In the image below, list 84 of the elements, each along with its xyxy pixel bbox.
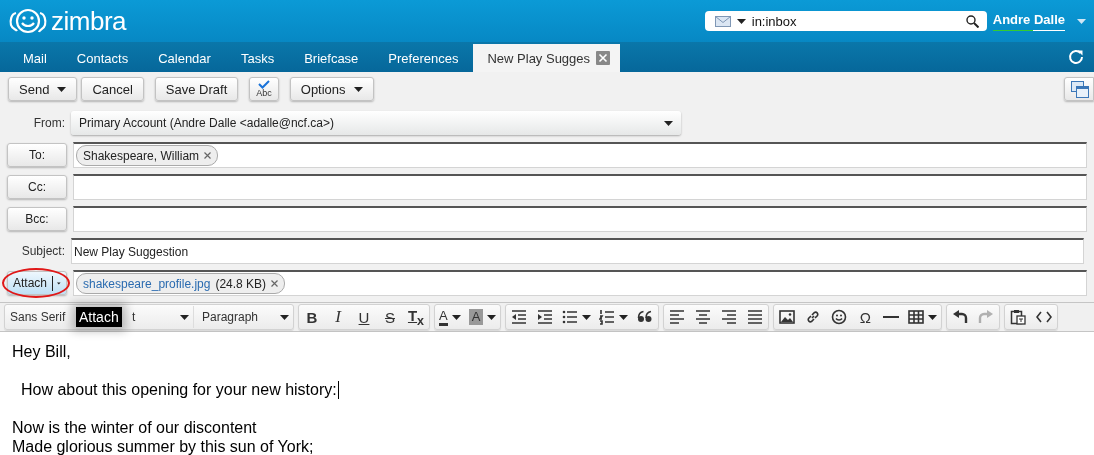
caret-icon [353,86,363,92]
caret-icon [928,314,938,320]
close-icon[interactable] [596,51,611,65]
outdent-icon [511,309,528,325]
recipient-chip[interactable]: Shakespeare, William [76,145,219,166]
body-text: Made glorious summer by this sun of York; [12,437,315,455]
charmap-button[interactable]: Ω [852,306,879,328]
address-field[interactable] [73,206,1087,232]
indent-icon [537,309,554,325]
tab[interactable]: Contacts [61,44,144,72]
caret-icon [180,314,189,320]
caret-icon [619,314,629,320]
attach-button[interactable]: Attach [7,271,67,295]
caret-icon [487,314,497,320]
address-field[interactable] [73,174,1087,200]
from-dropdown[interactable]: Primary Account (Andre Dalle <adalle@ncf.ca>) [71,111,681,135]
field-label: Subject: [20,244,65,258]
justify-icon [747,309,764,325]
attachment-chip[interactable]: shakespeare_profile.jpg (24.8 KB) [76,273,286,294]
field-label: From: [32,116,65,130]
toolbar-button[interactable]: Cancel [81,77,144,101]
logo-text: zimbra [51,8,126,34]
smiley-logo-icon [8,7,48,35]
body-text: Now is the winter of our discontent [12,418,258,437]
code-icon [1036,309,1053,325]
address-button[interactable]: To: [7,143,67,167]
message-body[interactable]: Hey Bill, How about this opening for your new history: Now is the winter of our discontent Made glorious summer by this sun of York; [0,332,1094,455]
envelope-icon[interactable] [714,15,731,27]
image-icon [779,309,796,325]
toolbar-button[interactable]: Options [289,77,374,101]
caret-icon [1077,18,1086,24]
tab[interactable]: Mail [8,44,62,72]
quote-icon [637,309,654,325]
caret-icon [57,86,67,92]
caret-icon [664,120,673,126]
caret-icon [736,18,746,24]
toolbar-button[interactable]: Send [8,77,78,101]
caret-icon [57,280,61,286]
caret-icon [582,314,592,320]
attachment-field[interactable]: shakespeare_profile.jpg (24.8 KB) [73,270,1087,296]
paste-icon [1010,309,1027,325]
bold-button[interactable]: B [299,306,325,328]
block-format-dropdown[interactable]: Paragraph [193,306,293,328]
clear-button[interactable]: T$_{x}$ [403,306,429,328]
search-icon[interactable] [965,14,979,28]
link-icon [805,309,822,325]
tab[interactable]: Preferences [373,44,474,72]
caret-icon [280,314,289,320]
spellcheck-button[interactable]: Abc [249,77,279,101]
tab[interactable]: New Play Sugges [473,44,621,72]
address-button[interactable]: Bcc: [7,207,67,231]
numbers-icon [599,309,616,325]
align-right-icon [721,309,738,325]
remove-icon[interactable] [204,152,212,159]
backcolor-button[interactable]: A [464,306,501,328]
search-field[interactable]: in:inbox [704,11,987,31]
font-size-dropdown[interactable]: t [127,306,193,328]
emoji-icon [831,309,848,325]
checkmark-icon [258,80,270,89]
forecolor-button[interactable]: A [435,306,465,328]
detach-window-button[interactable] [1064,77,1094,101]
tooltip: Attach [76,307,122,327]
align-center-icon [695,309,712,325]
tab[interactable]: Calendar [143,44,226,72]
undo-icon [952,309,969,325]
table-icon [908,309,925,325]
italic-button[interactable]: I [325,306,351,328]
body-text: Hey Bill, [12,342,72,361]
underline-button[interactable]: U [351,306,377,328]
refresh-icon[interactable] [1068,49,1084,65]
remove-icon[interactable] [271,280,279,287]
body-text: How about this opening for your new history: [20,380,340,399]
toolbar-button[interactable]: Save Draft [154,77,239,101]
caret-icon [451,314,461,320]
align-left-icon [669,309,686,325]
bullets-icon [562,309,579,325]
address-field[interactable]: Shakespeare, William [73,142,1087,168]
font-family-dropdown[interactable]: Sans Serif [5,306,71,328]
address-button[interactable]: Cc: [7,175,67,199]
tab[interactable]: Briefcase [289,44,374,72]
subject-field[interactable]: New Play Suggestion [71,238,1084,264]
tab[interactable]: Tasks [225,44,290,72]
strike-button[interactable]: S [377,306,403,328]
redo-icon [978,309,995,325]
